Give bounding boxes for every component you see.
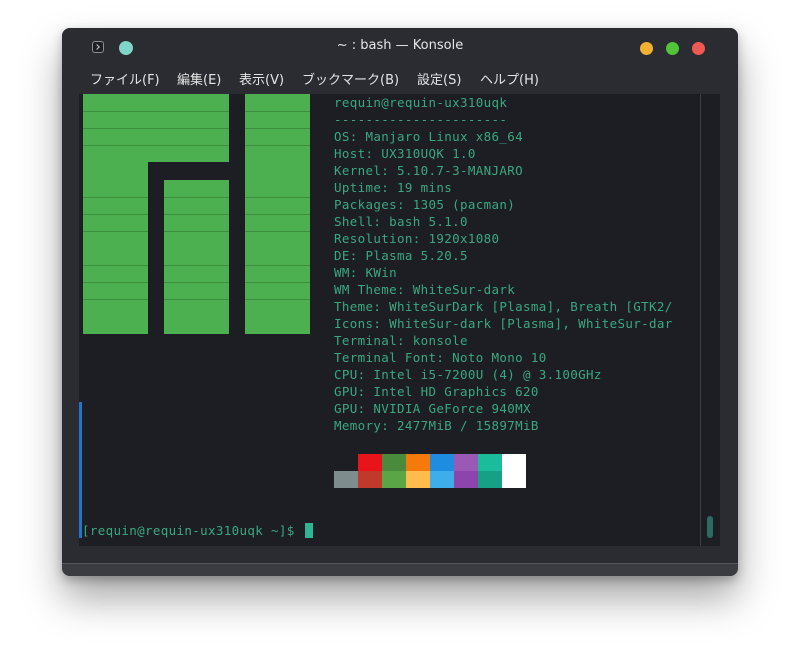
gpu-nvidia-line: GPU: NVIDIA GeForce 940MX [334, 401, 531, 416]
menu-edit[interactable]: 編集(E) [177, 69, 221, 88]
user-host-line: requin@requin-ux310uqk [334, 95, 508, 110]
palette-swatch-bottom [382, 471, 406, 488]
window-title: ~ : bash — Konsole [336, 38, 464, 53]
palette-swatch-bottom [430, 471, 454, 488]
scrollbar-thumb[interactable] [707, 516, 713, 538]
de-line: DE: Plasma 5.20.5 [334, 248, 468, 263]
shell-line: Shell: bash 5.1.0 [334, 214, 468, 229]
menu-help[interactable]: ヘルプ(H) [480, 69, 539, 88]
shell-prompt[interactable]: [requin@requin-ux310uqk ~]$ [82, 522, 313, 539]
menu-bookmarks[interactable]: ブックマーク(B) [302, 69, 399, 88]
menu-file[interactable]: ファイル(F) [90, 69, 160, 88]
memory-line: Memory: 2477MiB / 15897MiB [334, 418, 539, 433]
uptime-line: Uptime: 19 mins [334, 180, 453, 195]
palette-swatch-top [406, 454, 430, 471]
palette-swatch-top [454, 454, 478, 471]
terminal-view[interactable]: requin@requin-ux310uqk -----------------… [79, 94, 700, 546]
palette-swatch-top [502, 454, 526, 471]
palette-swatch-bottom [502, 471, 526, 488]
close-button[interactable] [692, 42, 705, 55]
palette-swatch-bottom [334, 471, 358, 488]
palette-swatch-bottom [478, 471, 502, 488]
prompt-text: [requin@requin-ux310uqk ~]$ [82, 523, 303, 538]
palette-swatch-top [430, 454, 454, 471]
wm-line: WM: KWin [334, 265, 398, 280]
gpu-intel-line: GPU: Intel HD Graphics 620 [334, 384, 539, 399]
prompt-marker [79, 402, 82, 538]
theme-line: Theme: WhiteSurDark [Plasma], Breath [GT… [334, 299, 673, 314]
palette-swatch-top [478, 454, 502, 471]
cpu-line: CPU: Intel i5-7200U (4) @ 3.100GHz [334, 367, 602, 382]
wm-theme-line: WM Theme: WhiteSur-dark [334, 282, 516, 297]
terminal-line: Terminal: konsole [334, 333, 468, 348]
minimize-button[interactable] [640, 42, 653, 55]
menu-view[interactable]: 表示(V) [239, 69, 284, 88]
palette-swatch-top [358, 454, 382, 471]
resolution-line: Resolution: 1920x1080 [334, 231, 500, 246]
icons-line: Icons: WhiteSur-dark [Plasma], WhiteSur-… [334, 316, 673, 331]
logo-middle-column [164, 180, 229, 334]
title-bar[interactable]: ~ : bash — Konsole [62, 28, 738, 64]
konsole-window: ~ : bash — Konsole ファイル(F) 編集(E) 表示(V) ブ… [62, 28, 738, 576]
palette-swatch-top [382, 454, 406, 471]
maximize-button[interactable] [666, 42, 679, 55]
text-cursor [304, 523, 313, 538]
palette-swatch-bottom [358, 471, 382, 488]
terminal-font-line: Terminal Font: Noto Mono 10 [334, 350, 547, 365]
kernel-line: Kernel: 5.10.7-3-MANJARO [334, 163, 524, 178]
palette-swatch-bottom [406, 471, 430, 488]
os-line: OS: Manjaro Linux x86_64 [334, 129, 524, 144]
menu-bar: ファイル(F) 編集(E) 表示(V) ブックマーク(B) 設定(S) ヘルプ(… [62, 64, 738, 94]
separator-line: ---------------------- [334, 112, 508, 127]
scrollbar[interactable] [700, 94, 720, 546]
packages-line: Packages: 1305 (pacman) [334, 197, 516, 212]
palette-swatch-top [334, 454, 358, 471]
menu-settings[interactable]: 設定(S) [417, 69, 461, 88]
logo-left-column [83, 162, 148, 334]
palette-swatch-bottom [454, 471, 478, 488]
host-line: Host: UX310UQK 1.0 [334, 146, 476, 161]
